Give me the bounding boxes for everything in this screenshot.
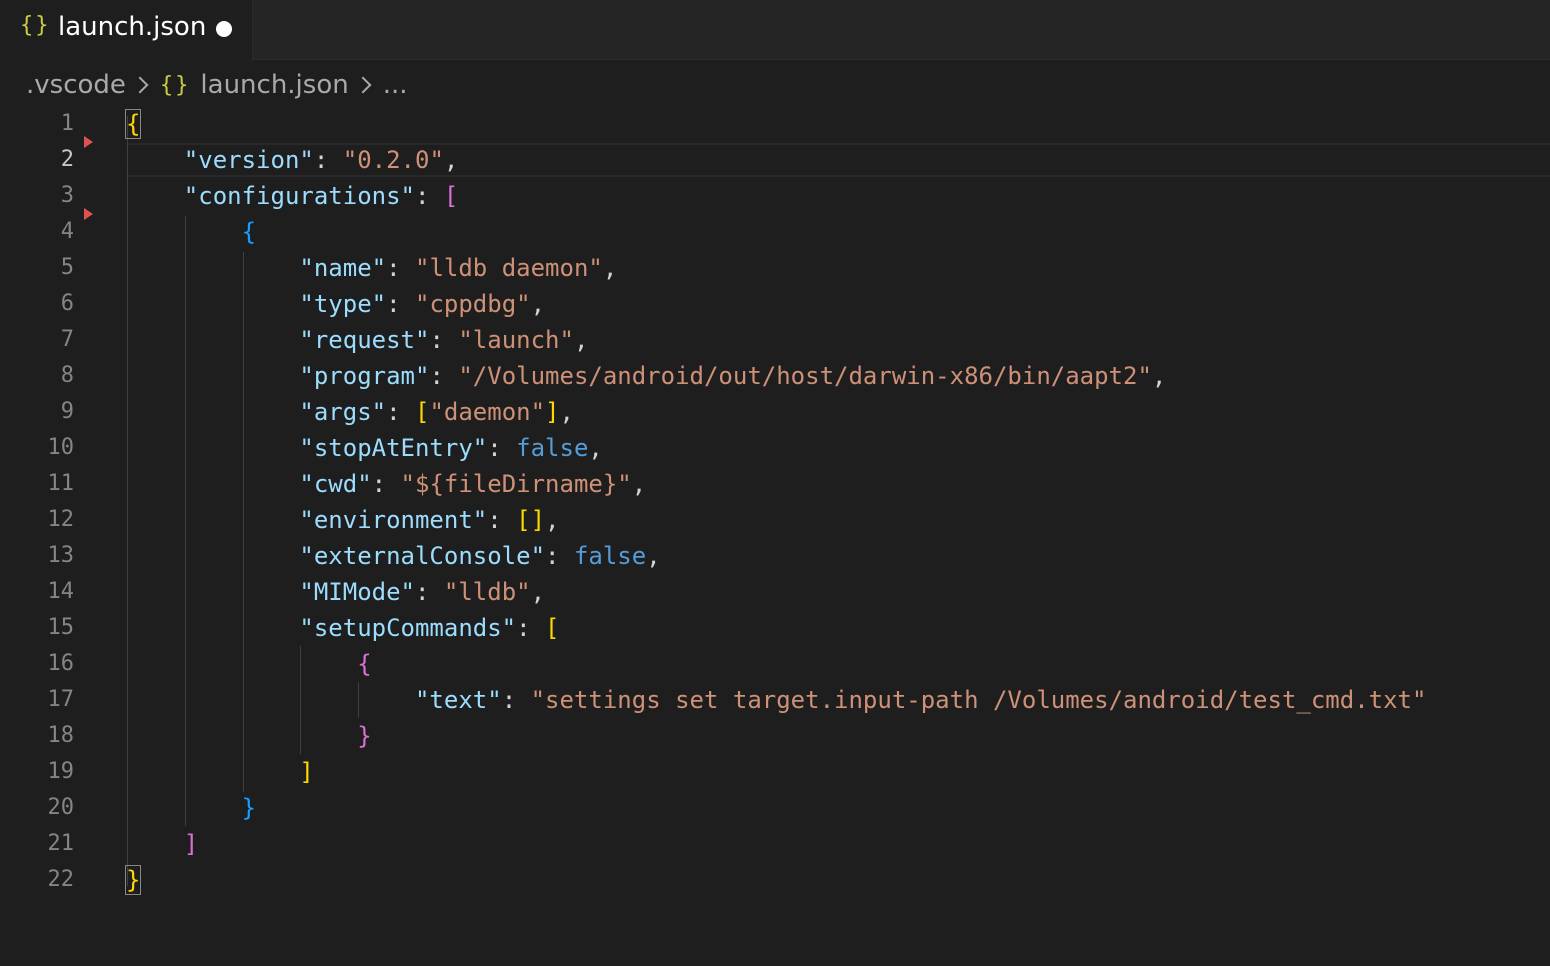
json-boolean: false: [516, 434, 589, 462]
close-brace: }: [124, 865, 142, 895]
json-string: "cppdbg": [415, 290, 531, 318]
line-number: 15: [47, 615, 75, 640]
breadcrumb-file[interactable]: launch.json: [200, 70, 348, 100]
line-number: 16: [47, 651, 75, 676]
line-number: 13: [47, 543, 75, 568]
json-key: "program": [299, 362, 430, 390]
json-string: "settings set target.input-path /Volumes…: [530, 686, 1427, 714]
line-number: 20: [47, 795, 75, 820]
json-key: "cwd": [299, 470, 372, 498]
code-line: }: [124, 862, 142, 898]
code-line: "externalConsole": false,: [299, 542, 661, 570]
json-key: "configurations": [183, 182, 415, 210]
json-key: "name": [299, 254, 387, 282]
code-line: "name": "lldb daemon",: [299, 254, 618, 282]
code-line: "configurations": [: [183, 182, 459, 210]
line-number: 10: [47, 435, 75, 460]
json-key: "externalConsole": [299, 542, 546, 570]
tab-launch-json[interactable]: {} launch.json: [0, 0, 253, 61]
unsaved-dot-icon[interactable]: [216, 21, 232, 37]
breadcrumb-folder[interactable]: .vscode: [26, 70, 126, 100]
tab-bar: {} launch.json: [0, 0, 1550, 61]
code-line: "MIMode": "lldb",: [299, 578, 546, 606]
json-boolean: false: [573, 542, 647, 570]
line-number: 2: [60, 147, 74, 172]
json-key: "args": [299, 398, 387, 426]
json-string: "${fileDirname}": [400, 470, 632, 498]
line-number: 4: [60, 219, 74, 244]
json-key: "version": [183, 146, 314, 174]
json-file-icon: {}: [159, 72, 191, 98]
line-number: 17: [47, 687, 75, 712]
code-line: {: [241, 218, 257, 246]
json-string: "launch": [458, 326, 574, 354]
line-number: 6: [60, 291, 74, 316]
line-number: 21: [47, 831, 75, 856]
json-key: "setupCommands": [299, 614, 517, 642]
breadcrumb: .vscode {} launch.json ...: [26, 68, 408, 102]
code-line: {: [124, 106, 142, 142]
code-line: "text": "settings set target.input-path …: [414, 686, 1427, 714]
line-number: 18: [47, 723, 75, 748]
line-number: 19: [47, 759, 75, 784]
code-line: }: [357, 722, 372, 750]
json-string: "/Volumes/android/out/host/darwin-x86/bi…: [458, 362, 1152, 390]
line-number: 5: [60, 255, 74, 280]
chevron-right-icon: [131, 76, 149, 94]
json-key: "request": [299, 326, 430, 354]
chevron-right-icon: [354, 76, 372, 94]
json-key: "stopAtEntry": [299, 434, 488, 462]
line-number: 1: [60, 111, 74, 136]
json-string: "0.2.0": [342, 146, 444, 174]
code-line: "stopAtEntry": false,: [299, 434, 603, 462]
line-number: 11: [47, 471, 75, 496]
code-line: "type": "cppdbg",: [299, 290, 546, 318]
code-line: "request": "launch",: [299, 326, 589, 354]
line-number: 12: [47, 507, 75, 532]
json-string: "lldb": [443, 578, 531, 606]
line-number: 8: [60, 363, 74, 388]
code-line: "environment": [],: [299, 506, 560, 534]
json-string: "daemon": [429, 398, 546, 426]
json-key: "type": [299, 290, 387, 318]
code-line: "program": "/Volumes/android/out/host/da…: [299, 362, 1167, 390]
open-brace: {: [124, 109, 142, 139]
line-number: 22: [47, 867, 75, 892]
code-line: }: [241, 794, 257, 822]
code-line: "cwd": "${fileDirname}",: [299, 470, 647, 498]
line-number: 7: [60, 327, 74, 352]
tab-label: launch.json: [58, 12, 207, 42]
json-key: "environment": [299, 506, 488, 534]
json-string: "lldb daemon": [415, 254, 603, 282]
code-editor[interactable]: 1 2 3 4 5 6 7 8 9 10 11 12 13 14 15 16 1…: [0, 106, 1550, 966]
json-key: "MIMode": [299, 578, 415, 606]
code-line: ]: [299, 758, 314, 786]
code-line: "setupCommands": [: [299, 614, 560, 642]
breadcrumb-symbols[interactable]: ...: [383, 70, 408, 100]
line-number: 9: [60, 399, 74, 424]
code-line: {: [357, 650, 372, 678]
json-key: "text": [414, 686, 502, 714]
line-number: 14: [47, 579, 75, 604]
code-line: ]: [183, 830, 199, 858]
code-line: "args": ["daemon"],: [299, 398, 574, 426]
line-number: 3: [60, 183, 74, 208]
json-file-icon: {}: [20, 13, 51, 38]
code-line: "version": "0.2.0",: [183, 146, 459, 174]
